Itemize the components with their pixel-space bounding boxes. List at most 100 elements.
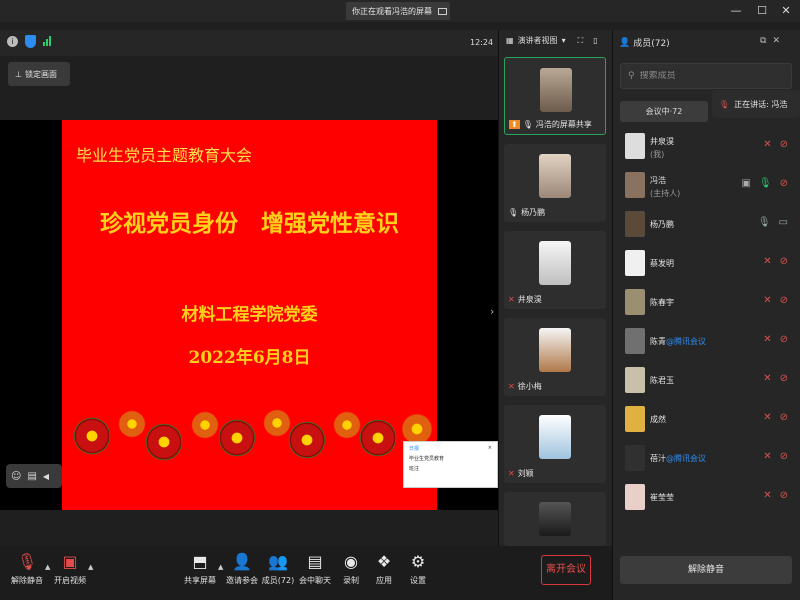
member-row[interactable]: 杨乃鹏 🎙 ▭ bbox=[612, 205, 800, 243]
leave-meeting-button[interactable]: 离开会议 bbox=[541, 555, 591, 585]
tile-name: 冯浩的屏幕共享 bbox=[535, 120, 592, 129]
member-name: 陈君玉 bbox=[650, 375, 674, 386]
camera-off-icon[interactable]: ⊘ bbox=[780, 178, 788, 189]
chevron-left-icon[interactable]: ◀ bbox=[43, 472, 49, 481]
members-icon: 👤 bbox=[619, 37, 631, 48]
invite-button[interactable]: 👤 邀请参会 bbox=[222, 552, 262, 586]
unmute-label: 解除静音 bbox=[11, 576, 43, 585]
unmute-button[interactable]: 🎙 解除静音 bbox=[7, 552, 47, 586]
mic-muted-icon[interactable]: ✕ bbox=[763, 334, 771, 345]
member-row[interactable]: 成然 ✕ ⊘ bbox=[612, 400, 800, 438]
camera-off-icon[interactable]: ⊘ bbox=[780, 412, 788, 423]
unmute-all-button[interactable]: 解除静音 bbox=[620, 556, 792, 584]
video-tile[interactable]: ⬆ 🎙 冯浩的屏幕共享 bbox=[504, 57, 606, 135]
camera-off-icon[interactable]: ⊘ bbox=[780, 295, 788, 306]
mic-muted-icon: ✕ bbox=[508, 295, 515, 304]
popup-title: 日报 bbox=[409, 446, 420, 452]
camera-icon[interactable]: ▭ bbox=[779, 217, 788, 228]
avatar bbox=[540, 68, 572, 112]
avatar bbox=[625, 133, 645, 159]
member-tag: @腾讯会议 bbox=[666, 337, 706, 346]
member-name: 井泉淏 bbox=[650, 136, 674, 147]
comment-icon[interactable]: ▤ bbox=[27, 471, 36, 482]
camera-off-icon[interactable]: ⊘ bbox=[780, 334, 788, 345]
member-row[interactable]: 陈春宇 ✕ ⊘ bbox=[612, 283, 800, 321]
mic-icon[interactable]: 🎙 bbox=[759, 178, 772, 189]
invite-label: 邀请参会 bbox=[226, 576, 258, 585]
members-button[interactable]: 👥 成员(72) bbox=[258, 552, 298, 586]
emoji-icon[interactable]: ☺ bbox=[11, 471, 21, 482]
speaking-text: 正在讲话: 冯浩 bbox=[734, 99, 788, 109]
pin-icon: ⊥ bbox=[15, 69, 22, 79]
camera-off-icon: ▣ bbox=[62, 552, 78, 571]
maximize-button[interactable]: ☐ bbox=[752, 3, 772, 19]
chat-button[interactable]: ▤ 会中聊天 bbox=[295, 552, 335, 586]
slide-date: 2022年6月8日 bbox=[188, 348, 311, 368]
mic-muted-icon[interactable]: ✕ bbox=[763, 451, 771, 462]
camera-off-icon[interactable]: ⊘ bbox=[780, 451, 788, 462]
signal-icon[interactable] bbox=[43, 36, 51, 46]
shield-icon[interactable] bbox=[25, 35, 36, 48]
avatar bbox=[539, 241, 571, 285]
chevron-right-icon[interactable]: › bbox=[490, 305, 494, 318]
camera-off-icon[interactable]: ⊘ bbox=[780, 490, 788, 501]
video-options-caret[interactable]: ▲ bbox=[88, 563, 93, 571]
tab-in-meeting[interactable]: 会议中·72 bbox=[620, 101, 708, 122]
close-button[interactable]: ✕ bbox=[776, 3, 796, 19]
sidebar-toggle-icon[interactable]: ▯ bbox=[593, 36, 597, 45]
member-search[interactable]: ⚲ bbox=[620, 63, 792, 89]
members-header: 👤 成员(72) bbox=[619, 36, 670, 50]
camera-off-icon[interactable]: ⊘ bbox=[780, 256, 788, 267]
add-user-icon: 👤 bbox=[232, 552, 252, 571]
popup-line: 班注 bbox=[409, 466, 420, 472]
settings-button[interactable]: ⚙ 设置 bbox=[398, 552, 438, 586]
mic-icon[interactable]: 🎙 bbox=[758, 217, 771, 228]
member-row[interactable]: 陈青@腾讯会议 ✕ ⊘ bbox=[612, 322, 800, 360]
member-row[interactable]: 蔡发明 ✕ ⊘ bbox=[612, 244, 800, 282]
speaker-view-dropdown[interactable]: 演讲者视图 bbox=[518, 35, 558, 46]
mic-muted-icon[interactable]: ✕ bbox=[763, 373, 771, 384]
member-row[interactable]: 冯浩 (主持人) ▣ 🎙 ⊘ bbox=[612, 166, 800, 204]
start-video-button[interactable]: ▣ 开启视频 bbox=[50, 552, 90, 586]
share-screen-button[interactable]: ⬒ 共享屏幕 bbox=[180, 552, 220, 586]
member-name-text: 崔莹莹 bbox=[650, 493, 674, 502]
mic-muted-icon: ✕ bbox=[508, 382, 515, 391]
member-role: (我) bbox=[650, 150, 665, 159]
share-screen-icon: ⬒ bbox=[192, 552, 208, 571]
video-tile[interactable]: ✕ 刘颖 bbox=[504, 405, 606, 483]
member-row[interactable]: 崔莹莹 ✕ ⊘ bbox=[612, 478, 800, 516]
avatar bbox=[625, 328, 645, 354]
member-row[interactable]: 井泉淏 (我) ✕ ⊘ bbox=[612, 127, 800, 165]
video-tile[interactable]: ✕ 徐小梅 bbox=[504, 318, 606, 396]
info-bar bbox=[0, 30, 498, 56]
start-video-label: 开启视频 bbox=[54, 576, 86, 585]
video-tile[interactable]: ✕ 井泉淏 bbox=[504, 231, 606, 309]
avatar bbox=[625, 406, 645, 432]
member-row[interactable]: 陈君玉 ✕ ⊘ bbox=[612, 361, 800, 399]
mic-muted-icon[interactable]: ✕ bbox=[763, 412, 771, 423]
chevron-down-icon[interactable]: ▾ bbox=[562, 36, 566, 45]
mic-muted-icon[interactable]: ✕ bbox=[763, 490, 771, 501]
camera-off-icon[interactable]: ⊘ bbox=[780, 373, 788, 384]
members-title: 成员(72) bbox=[633, 39, 670, 49]
member-row[interactable]: 蓓汁@腾讯会议 ✕ ⊘ bbox=[612, 439, 800, 477]
lock-view-button[interactable]: ⊥ 锁定画面 bbox=[8, 62, 70, 86]
mic-muted-icon[interactable]: ✕ bbox=[763, 256, 771, 267]
minimize-button[interactable]: — bbox=[726, 3, 746, 19]
avatar bbox=[625, 445, 645, 471]
popout-icon[interactable]: ⧉ bbox=[760, 36, 766, 46]
notification-popup[interactable]: 日报 × 毕业生党员教育 班注 bbox=[403, 441, 498, 488]
fullscreen-icon[interactable]: ⛶ bbox=[578, 36, 584, 46]
popup-close-icon[interactable]: × bbox=[488, 445, 492, 452]
video-tile[interactable]: 🎙 杨乃鹏 bbox=[504, 144, 606, 222]
annotation-tools[interactable]: ☺ ▤ ◀ bbox=[6, 464, 62, 488]
info-icon[interactable]: i bbox=[7, 36, 18, 47]
search-input[interactable] bbox=[639, 71, 780, 81]
mic-muted-icon[interactable]: ✕ bbox=[763, 295, 771, 306]
video-tile[interactable] bbox=[504, 492, 606, 546]
window-title-text: 你正在观看冯浩的屏幕 bbox=[352, 6, 432, 16]
slide-organization: 材料工程学院党委 bbox=[181, 305, 318, 325]
camera-off-icon[interactable]: ⊘ bbox=[780, 139, 788, 150]
close-icon[interactable]: ✕ bbox=[772, 36, 780, 46]
mic-muted-icon[interactable]: ✕ bbox=[763, 139, 771, 150]
